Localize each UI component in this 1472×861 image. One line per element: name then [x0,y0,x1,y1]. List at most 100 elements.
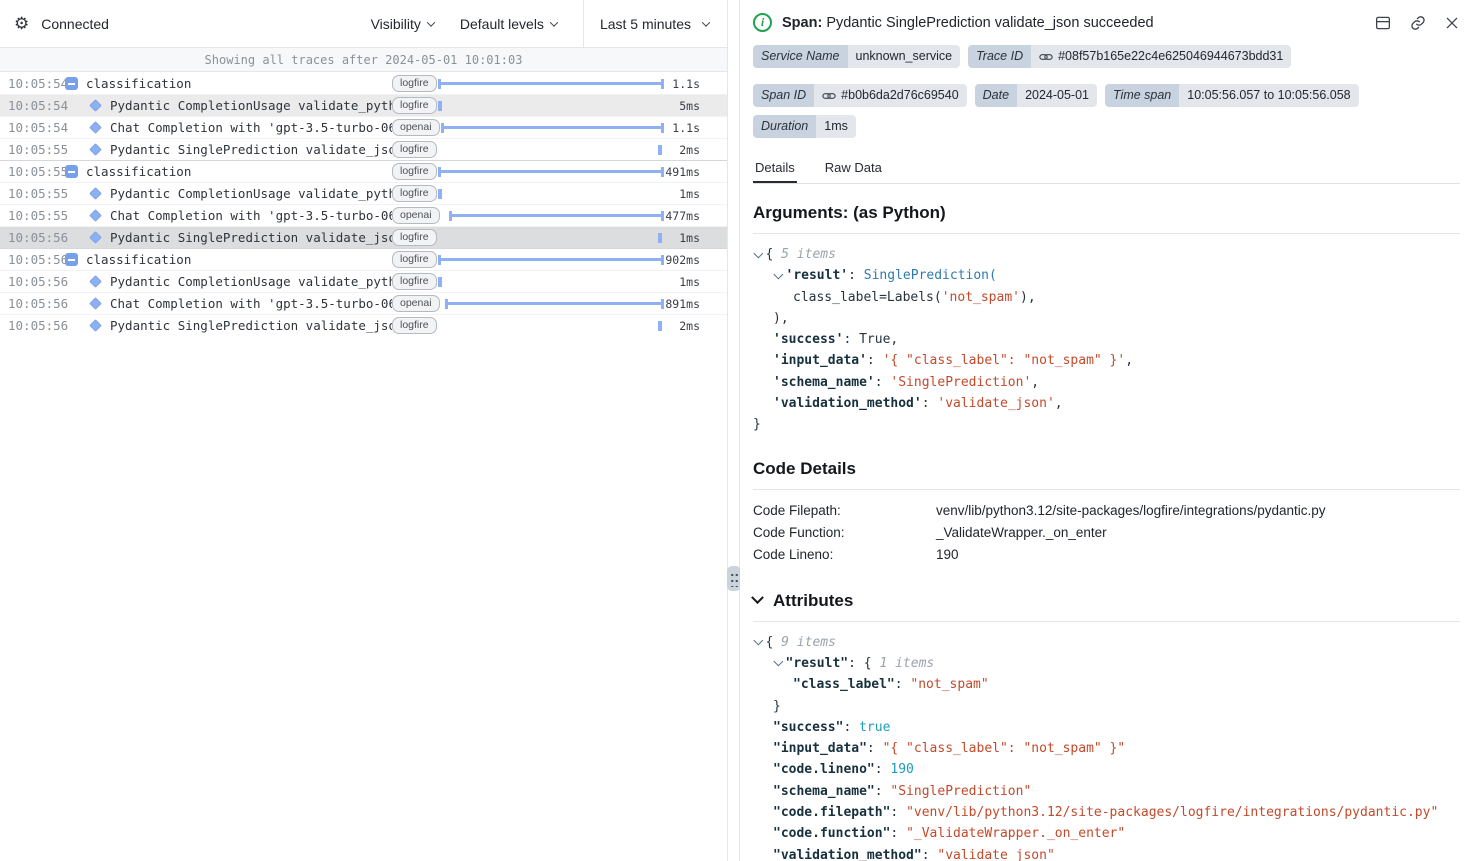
trace-span-name: Chat Completion with 'gpt-3.5-turbo-061 [110,208,392,223]
trace-row[interactable]: 10:05:54Pydantic CompletionUsage validat… [0,94,727,116]
badge-time-span: Time span 10:05:56.057 to 10:05:56.058 [1105,84,1359,107]
trace-timeline [438,227,664,249]
divider [753,621,1460,622]
code-line: "schema_name": "SinglePrediction" [753,781,1460,802]
badge-label: Time span [1105,84,1179,107]
trace-row[interactable]: 10:05:54classificationlogfire1.1s [0,72,727,94]
code-token: "schema_name" [773,784,875,799]
time-range-select[interactable]: Last 5 minutes [583,0,727,47]
scope-tag: logfire [392,163,437,180]
trace-row[interactable]: 10:05:55classificationlogfire491ms [0,160,727,182]
code-details-heading: Code Details [753,459,1460,479]
code-token: "input_data" [773,741,867,756]
duration-bar [438,167,664,177]
trace-timeline [438,293,664,315]
code-token: "result" [786,656,849,671]
chevron-down-icon [550,18,558,26]
trace-span-cell: classification [58,164,392,179]
code-line: "validation_method": "validate_json" [753,845,1460,861]
trace-timestamp: 10:05:55 [0,164,58,179]
attributes-collapse-icon[interactable] [751,591,764,604]
collapse-chevron-icon[interactable] [754,248,763,257]
code-token: : [875,784,891,799]
trace-row[interactable]: 10:05:56Pydantic CompletionUsage validat… [0,270,727,292]
scope-tag: logfire [392,229,437,246]
trace-row[interactable]: 10:05:55 Chat Completion with 'gpt-3.5-tu… [0,204,727,226]
code-token: "SinglePrediction" [890,784,1031,799]
collapse-toggle-icon[interactable] [65,253,78,266]
scope-tag: logfire [392,97,437,114]
arguments-code-block: { 5 items'result': SinglePrediction(clas… [753,244,1460,436]
default-levels-label: Default levels [460,16,544,32]
trace-tag-cell: logfire [392,229,438,246]
default-levels-dropdown[interactable]: Default levels [460,16,557,32]
scope-tag: openai [392,295,440,312]
trace-row[interactable]: 10:05:56Pydantic SinglePrediction valida… [0,314,727,336]
badge-value-text: 1ms [824,117,848,136]
trace-row[interactable]: 10:05:56Chat Completion with 'gpt-3.5-tu… [0,292,727,314]
badge-label: Date [975,84,1017,107]
code-token: true [859,720,890,735]
trace-span-cell: Pydantic SinglePrediction validate_json [58,230,392,245]
trace-duration: 2ms [664,143,727,157]
code-token: 'result' [786,268,849,283]
code-token: 9 items [781,635,836,650]
code-token: ), [1020,290,1036,305]
collapse-chevron-icon[interactable] [754,636,763,645]
scope-tag: logfire [392,141,437,158]
trace-tag-cell: logfire [392,141,438,158]
trace-span-name: Pydantic CompletionUsage validate_python [110,186,392,201]
badge-label: Trace ID [968,45,1031,68]
trace-row[interactable]: 10:05:55Pydantic CompletionUsage validat… [0,182,727,204]
visibility-dropdown[interactable]: Visibility [371,16,434,32]
details-tabs: Details Raw Data [753,155,1460,184]
code-token: { [766,247,782,262]
trace-timeline [438,183,664,205]
code-line: "code.lineno": 190 [753,759,1460,780]
trace-row[interactable]: 10:05:54Chat Completion with 'gpt-3.5-tu… [0,116,727,138]
trace-timeline [438,95,664,117]
logfire-live-view: ⚙ Connected Visibility Default levels La… [0,0,1472,861]
link-icon[interactable] [822,89,836,103]
span-details-header: i Span: Pydantic SinglePrediction valida… [753,0,1460,32]
link-icon[interactable] [1039,50,1053,64]
trace-tag-cell: logfire [392,273,438,290]
code-token: '{ "class_label": "not_spam" }' [883,353,1126,368]
span-diamond-icon [89,99,102,112]
trace-timeline [438,139,664,161]
traces-status-bar: Showing all traces after 2024-05-01 10:0… [0,48,727,72]
collapse-toggle-icon[interactable] [65,165,78,178]
code-line: } [753,414,1460,435]
code-token: "class_label" [793,677,895,692]
scope-tag: logfire [392,273,437,290]
tab-details[interactable]: Details [753,155,797,183]
attributes-heading-text: Attributes [773,591,853,611]
settings-button[interactable]: ⚙ [14,15,29,32]
collapse-toggle-icon[interactable] [65,77,78,90]
trace-timestamp: 10:05:54 [0,76,58,91]
span-details-panel: i Span: Pydantic SinglePrediction valida… [740,0,1472,861]
duration-bar [658,233,662,243]
panel-resizer[interactable] [727,0,740,861]
collapse-chevron-icon[interactable] [774,269,783,278]
copy-link-icon[interactable] [1409,14,1427,32]
trace-timestamp: 10:05:55 [0,208,58,223]
code-token: : [890,826,906,841]
duration-bar [658,321,662,331]
trace-span-name: Pydantic SinglePrediction validate_json [110,142,392,157]
trace-span-cell: Pydantic CompletionUsage validate_python [58,98,392,113]
trace-tag-cell: logfire [392,317,438,334]
trace-row[interactable]: 10:05:56Pydantic SinglePrediction valida… [0,226,727,248]
drag-handle-icon[interactable] [727,566,741,591]
code-token: : [867,353,883,368]
close-icon[interactable] [1444,15,1460,31]
tab-raw-data[interactable]: Raw Data [823,155,884,183]
badge-value-text: 10:05:56.057 to 10:05:56.058 [1187,86,1350,105]
code-token: : [875,762,891,777]
collapse-chevron-icon[interactable] [774,657,783,666]
trace-row[interactable]: 10:05:55Pydantic SinglePrediction valida… [0,138,727,160]
trace-row[interactable]: 10:05:56classificationlogfire902ms [0,248,727,270]
panel-layout-icon[interactable] [1374,14,1392,32]
code-detail-row: Code Function:_ValidateWrapper._on_enter [753,522,1460,544]
code-token: "validate_json" [937,848,1054,861]
